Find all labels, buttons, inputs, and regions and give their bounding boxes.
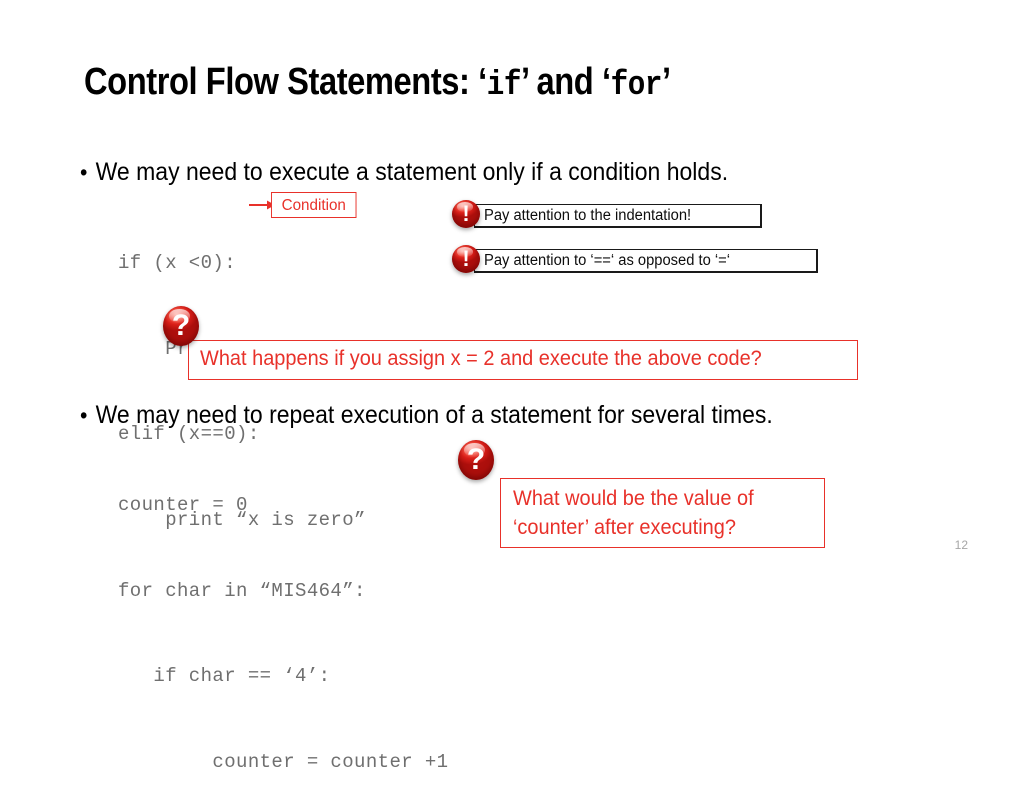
warning-text: Pay attention to ‘==‘ as opposed to ‘=‘ (484, 252, 731, 269)
exclamation-icon: ! (452, 200, 480, 228)
code-line: counter = counter +1 (118, 750, 449, 773)
bullet-item-2: • We may need to repeat execution of a st… (80, 400, 773, 430)
bullet-text-2: We may need to repeat execution of a sta… (95, 401, 773, 429)
warning-text: Pay attention to the indentation! (484, 207, 692, 224)
code-line: if char == ‘4’: (118, 665, 331, 687)
code-block-for-example: counter = 0 for char in “MIS464”: if cha… (118, 434, 448, 805)
question-icon: ? (163, 306, 199, 346)
page-title-prefix: Control Flow Statements: (84, 61, 479, 103)
code-line: for char in “MIS464”: (118, 579, 366, 602)
bullet-item-1: • We may need to execute a statement only… (80, 157, 728, 187)
page-title: Control Flow Statements: ‘if’ and ‘for’ (84, 56, 841, 112)
title-keyword-for: for (610, 67, 663, 105)
question-text-line-1: What would be the value of (513, 487, 754, 510)
condition-label-box: Condition (271, 192, 357, 218)
code-line: if (x <0): (118, 252, 237, 274)
exclamation-glyph: ! (462, 246, 470, 271)
title-conjunction: and (527, 61, 603, 103)
question-text: What would be the value of ‘counter’ aft… (513, 484, 798, 542)
code-line: counter = 0 (118, 494, 248, 516)
bullet-marker-icon: • (80, 402, 88, 428)
exclamation-glyph: ! (462, 201, 470, 226)
condition-label: Condition (281, 197, 346, 214)
title-quote-close-2: ’ (662, 61, 671, 103)
question-text: What happens if you assign x = 2 and exe… (200, 347, 762, 370)
bullet-text-1: We may need to execute a statement only … (95, 158, 729, 186)
page-number: 12 (954, 538, 968, 552)
question-text-line-2: ‘counter’ after executing? (513, 516, 736, 539)
question-glyph: ? (171, 309, 191, 342)
question-glyph: ? (466, 443, 486, 476)
bullet-marker-icon: • (80, 159, 88, 185)
title-keyword-if: if (486, 67, 522, 105)
question-icon: ? (458, 440, 494, 480)
exclamation-icon: ! (452, 245, 480, 273)
